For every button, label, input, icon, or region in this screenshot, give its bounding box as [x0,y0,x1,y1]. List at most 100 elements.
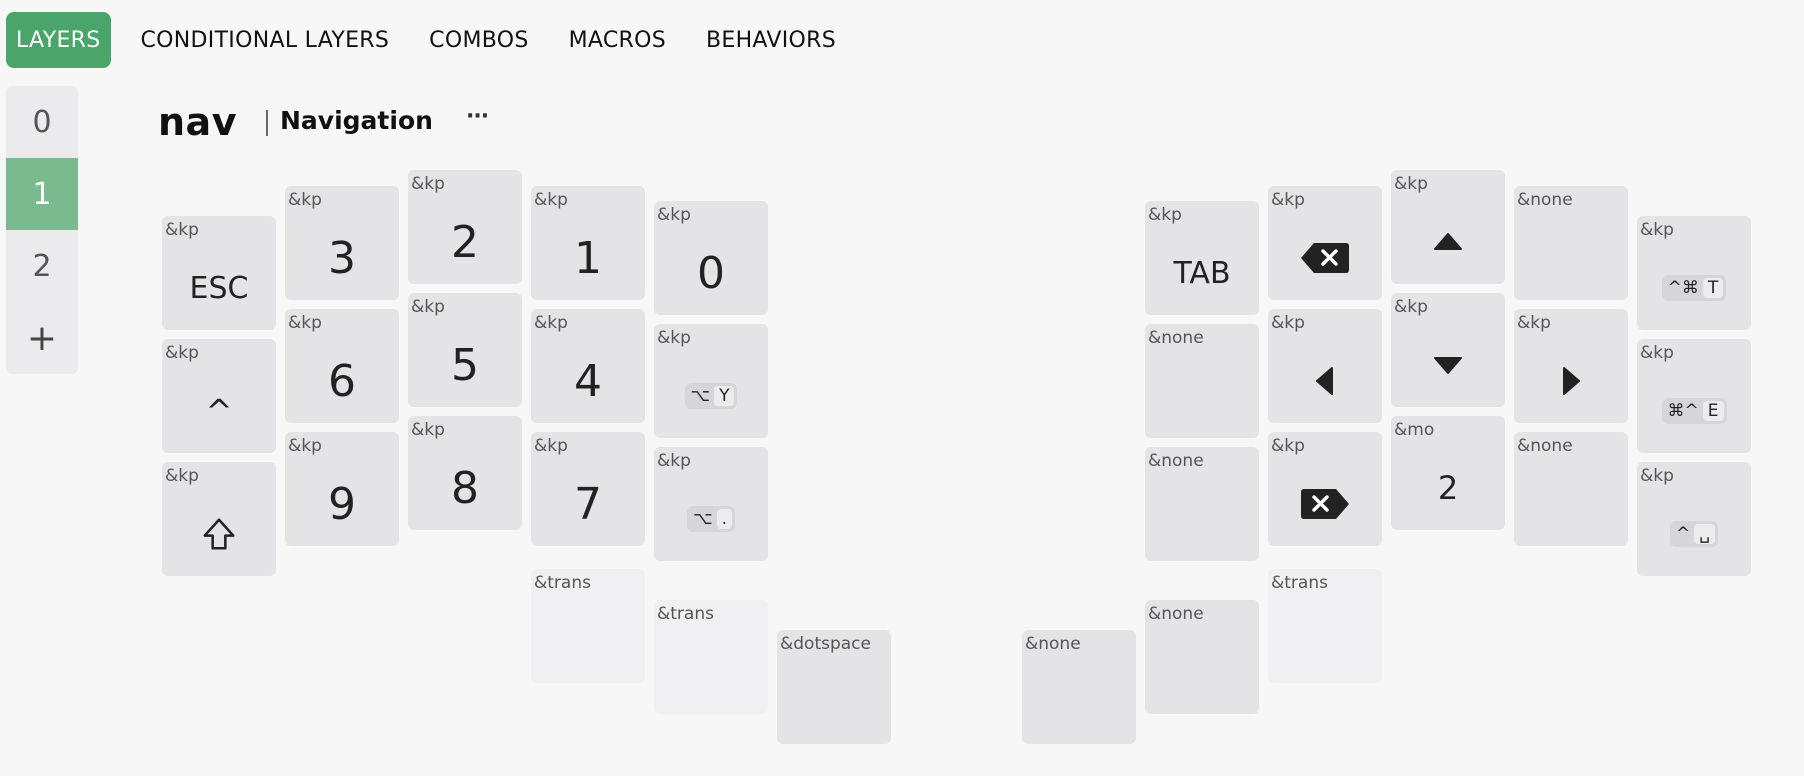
chip-key: . [716,509,732,529]
add-layer-button[interactable]: + [6,302,78,374]
key[interactable]: &kp 3 [285,186,399,300]
shift-icon [203,518,235,550]
key[interactable]: &kp 8 [408,416,522,530]
key-param [1268,462,1382,546]
key[interactable]: &trans [654,600,768,714]
key-param: 5 [451,339,479,391]
key-behavior: &none [1148,328,1204,348]
key[interactable]: &kp 5 [408,293,522,407]
key[interactable]: &none [1514,432,1628,546]
key-param: ^⌘ T [1637,246,1751,330]
layer-label[interactable]: Navigation [280,106,433,135]
key[interactable]: &trans [1268,569,1382,683]
key-behavior: &kp [411,297,445,317]
tab-macros[interactable]: MACROS [559,12,676,68]
key[interactable]: &kp [1514,309,1628,423]
option-modifier: ⌥ [693,509,713,529]
key-param: 0 [697,247,725,299]
modifier-chip: ⌥. [687,506,735,532]
key-behavior: &none [1148,604,1204,624]
key-behavior: &none [1025,634,1081,654]
key[interactable]: &dotspace [777,630,891,744]
key-param: 8 [451,462,479,514]
key-param [162,492,276,576]
key-behavior: &kp [1394,297,1428,317]
key-param: 2 [1437,469,1459,507]
key-behavior: &kp [1271,436,1305,456]
layer-item-1[interactable]: 1 [6,158,78,230]
layer-list: 0 1 2 + [6,86,78,374]
key[interactable]: &kp [162,462,276,576]
key-behavior: &kp [411,174,445,194]
key-param: ^ ␣ [1637,492,1751,576]
key[interactable]: &kp TAB [1145,201,1259,315]
key[interactable]: &kp 4 [531,309,645,423]
key-param: 3 [328,232,356,284]
tab-conditional-layers[interactable]: CONDITIONAL LAYERS [131,12,400,68]
key[interactable]: &kp 2 [408,170,522,284]
key-param [1391,200,1505,284]
key-behavior: &none [1517,436,1573,456]
plus-icon: + [26,317,58,359]
key-param: ⌥. [654,477,768,561]
key[interactable]: &kp 7 [531,432,645,546]
key[interactable]: &kp [1268,309,1382,423]
key-behavior: &kp [657,205,691,225]
key[interactable]: &trans [531,569,645,683]
key[interactable]: &none [1514,186,1628,300]
key-behavior: &mo [1394,420,1435,440]
key[interactable]: &none [1022,630,1136,744]
tab-behaviors[interactable]: BEHAVIORS [696,12,846,68]
header-divider [266,110,268,136]
key[interactable]: &kp ⌥ Y [654,324,768,438]
key[interactable]: &none [1145,324,1259,438]
key-param: ESC [189,270,249,306]
key-behavior: &kp [1517,313,1551,333]
key[interactable]: &kp 9 [285,432,399,546]
key-behavior: &kp [411,420,445,440]
key[interactable]: &kp ^⌘ T [1637,216,1751,330]
key-param: 7 [574,478,602,530]
modifier-chip: ⌥ Y [684,383,738,409]
key-behavior: &none [1517,190,1573,210]
chip-key: E [1702,401,1724,421]
key[interactable]: &kp ^ ␣ [1637,462,1751,576]
key-param [1391,323,1505,407]
space-icon: ␣ [1694,524,1716,544]
key-param: 6 [328,355,356,407]
key-param: ⌥ Y [654,354,768,438]
key-param [1268,339,1382,423]
key[interactable]: &kp 6 [285,309,399,423]
key[interactable]: &kp ⌥. [654,447,768,561]
key[interactable]: &none [1145,600,1259,714]
key[interactable]: &none [1145,447,1259,561]
key-behavior: &kp [1640,466,1674,486]
key-behavior: &kp [534,313,568,333]
key[interactable]: &kp [1391,170,1505,284]
ctrl-cmd-modifier: ^⌘ [1667,278,1699,298]
tab-combos[interactable]: COMBOS [419,12,538,68]
key-behavior: &kp [288,436,322,456]
tab-layers[interactable]: LAYERS [6,12,111,68]
key[interactable]: &kp ⌘^ E [1637,339,1751,453]
key[interactable]: &kp ^ [162,339,276,453]
key[interactable]: &kp [1268,432,1382,546]
cmd-ctrl-modifier: ⌘^ [1667,401,1699,421]
key[interactable]: &kp 1 [531,186,645,300]
more-options-icon[interactable]: ··· [466,104,489,129]
key[interactable]: &kp 0 [654,201,768,315]
key[interactable]: &kp ESC [162,216,276,330]
chip-key: Y [714,386,735,406]
key[interactable]: &kp [1391,293,1505,407]
modifier-chip: ⌘^ E [1661,398,1727,424]
key-behavior: &kp [1394,174,1428,194]
key[interactable]: &kp [1268,186,1382,300]
key-behavior: &kp [657,451,691,471]
layer-item-2[interactable]: 2 [6,230,78,302]
ctrl-modifier: ^ [1675,524,1691,544]
key[interactable]: &mo 2 [1391,416,1505,530]
arrow-up-icon [1434,233,1462,250]
key-behavior: &kp [1271,313,1305,333]
layer-name[interactable]: nav [158,100,237,144]
layer-item-0[interactable]: 0 [6,86,78,158]
